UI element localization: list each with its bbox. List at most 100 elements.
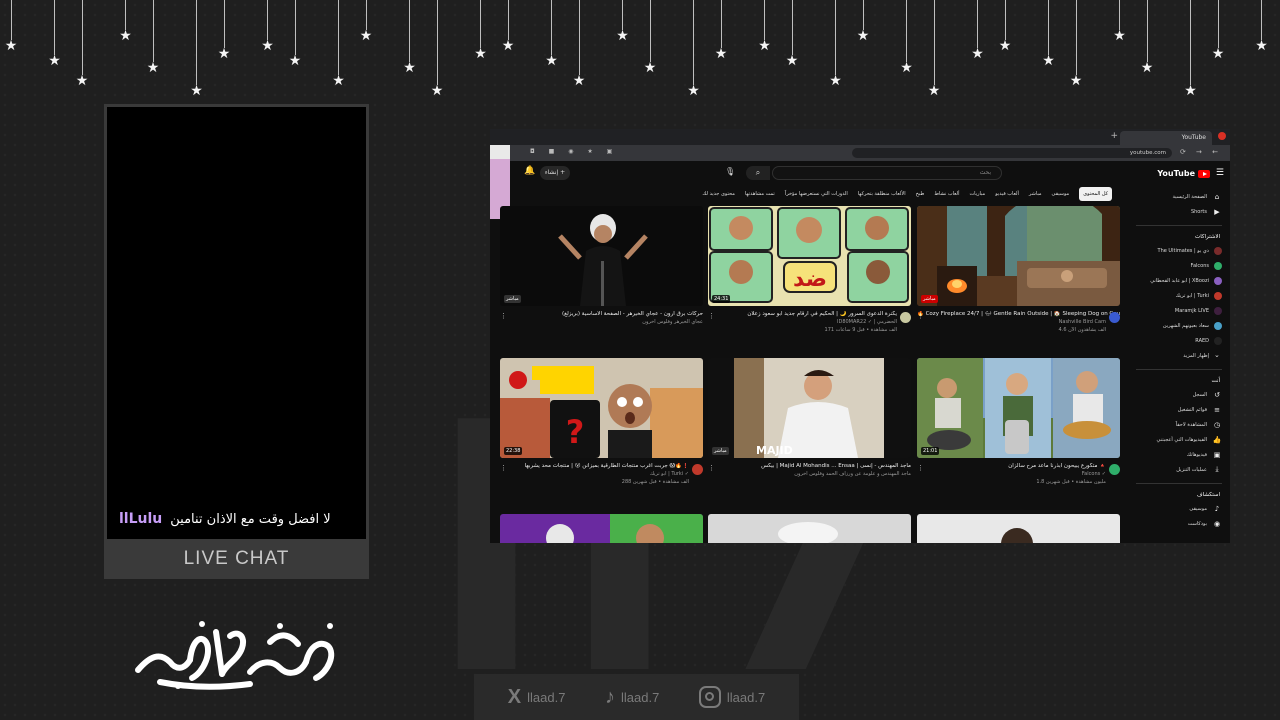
more-options-icon[interactable]: ⋮ [500,312,507,320]
channel-avatar[interactable] [1109,464,1120,475]
sidebar-item[interactable]: Maramjk LIVE [1136,303,1222,318]
sidebar-item-label: Maramjk LIVE [1174,307,1209,314]
video-title[interactable]: حركات برق ارون - عجاي الخيرهر - الصفحة ا… [500,311,703,317]
url-field[interactable]: youtube.com [852,148,1172,158]
video-channel[interactable]: عجاي الخيرهر وفلوس آخرون [500,319,703,325]
filter-chip[interactable]: الدورات التي نستعرضها مؤخراً [785,187,848,201]
video-thumbnail[interactable] [917,514,1120,543]
more-options-icon[interactable]: ⋮ [500,464,507,472]
video-title[interactable]: متكورع يبيحون أبذرنا ماعد مرح سالزان 🔺 [917,463,1120,469]
filter-chip[interactable]: مباشر [1029,187,1042,201]
hanging-star: ★ [359,0,373,43]
youtube-logo[interactable]: YouTube [1157,169,1210,178]
video-title[interactable]: 🔥 Cozy Fireplace 24/7 | 🌧 Gentle Rain Ou… [917,311,1120,317]
video-thumbnail[interactable]: 21:01 [917,358,1120,458]
sidebar-item[interactable]: السجل ↺ [1136,387,1222,402]
video-card[interactable]: مباشر ⋮ 🔥 Cozy Fireplace 24/7 | 🌧 Gentle… [917,206,1120,333]
video-card[interactable]: ? 22:38 ⋮ جربت اغرب منتجات الطارقية بميز… [500,358,703,485]
sidebar-item[interactable]: قوائم التشغيل ≡ [1136,402,1222,417]
video-thumbnail[interactable] [708,514,911,543]
hanging-star: ★ [927,0,941,98]
sidebar-item[interactable]: فيديوهاتك ▣ [1136,447,1222,462]
video-thumbnail[interactable]: ? 22:38 [500,358,703,458]
video-channel[interactable]: Falcons ✓ [917,471,1120,477]
sidebar-section-header[interactable]: الاشتراكات [1136,234,1222,240]
hanging-star: ★ [1140,0,1154,75]
sidebar-item[interactable]: سعاد بعيونهم الشهرين [1136,318,1222,333]
youtube-logo-text: YouTube [1157,169,1195,178]
filter-chip[interactable]: كل المحتوى [1079,187,1112,201]
social-handle: llaad.7 [698,686,765,708]
video-channel[interactable]: ID80MAR22 ✓ | الحضرمي [708,319,911,325]
more-options-icon[interactable]: ⋮ [917,464,924,472]
video-thumbnail[interactable]: ضد 24:31 [708,206,911,306]
video-thumbnail[interactable]: مباشر [500,206,703,306]
filter-chip[interactable]: محتوى جديد لك [702,187,735,201]
video-thumbnail[interactable]: مباشر [917,206,1120,306]
filter-chip[interactable]: الألعاب منطلقة بتحركها [858,187,906,201]
video-card[interactable]: 21:01 ⋮ متكورع يبيحون أبذرنا ماعد مرح سا… [917,358,1120,485]
sidebar-item[interactable]: موسيقى ♪ [1136,501,1222,516]
sidebar-item[interactable]: ابو عابد القحطاني | XBoozi [1136,273,1222,288]
video-card[interactable] [917,514,1120,543]
filter-chip[interactable]: ألعاب فيديو [995,187,1019,201]
video-card[interactable]: ضد 24:31 ⋮ يكنرة الدعوى السرور 🌙 | الحكي… [708,206,911,333]
watch-later-icon: ◷ [1213,420,1221,429]
create-button[interactable]: إنشاء + [540,166,570,180]
video-thumbnail[interactable] [500,514,703,543]
sidebar-item[interactable]: The Ultimates | ذي يو [1136,243,1222,258]
svg-text:MAJID: MAJID [756,444,793,457]
more-options-icon[interactable]: ⋮ [917,312,924,320]
hanging-star: ★ [998,0,1012,53]
sidebar-item[interactable]: الصفحة الرئيسية ⌂ [1136,189,1222,204]
search-input[interactable]: بحث [772,166,1002,180]
filter-chip[interactable]: تمت مشاهدتها [745,187,775,201]
channel-avatar[interactable] [692,464,703,475]
sidebar-item[interactable]: إظهار المزيد ⌄ [1136,348,1222,363]
video-card[interactable] [500,514,703,543]
filter-chip[interactable]: مباريات [969,187,985,201]
sidebar-item[interactable]: Falcons [1136,258,1222,273]
sidebar-item[interactable]: عمليات التنزيل ⤓ [1136,462,1222,477]
window-close-icon[interactable] [1218,132,1226,140]
sidebar-item[interactable]: بودكاست ◉ [1136,516,1222,531]
video-card[interactable]: MAJID مباشر ⋮ بيكس | Majid Al Mohandis .… [708,358,911,477]
sidebar-item[interactable]: Shorts ▶ [1136,204,1222,219]
filter-chip[interactable]: ألعاب نشاط [934,187,959,201]
search-button[interactable]: ⌕ [746,166,770,180]
video-title[interactable]: بيكس | Majid Al Mohandis ... Ensaa | ماج… [708,463,911,469]
channel-avatar[interactable] [900,312,911,323]
video-card[interactable]: مباشر ⋮ حركات برق ارون - عجاي الخيرهر - … [500,206,703,325]
extension-icons[interactable]: ◘ ■ ◉ ★ ▣ [530,148,618,155]
video-channel[interactable]: Nashville Bird Cam [917,319,1120,325]
hamburger-menu-icon[interactable]: ☰ [1216,168,1224,178]
video-thumbnail[interactable]: MAJID مباشر [708,358,911,458]
sidebar-divider [1136,483,1222,484]
notifications-bell-icon[interactable]: 🔔 [524,166,535,176]
sidebar-section-header[interactable]: استكشاف [1136,492,1222,498]
sidebar-item[interactable]: ابو تريك | Turki [1136,288,1222,303]
more-options-icon[interactable]: ⋮ [708,312,715,320]
nav-arrows-icon[interactable]: ⟳ → ← [1180,148,1222,156]
sidebar-item[interactable]: الفيديوهات التي أعجبتني 👍 [1136,432,1222,447]
video-duration: 22:38 [504,447,523,455]
sidebar-item-label: المشاهدة لاحقاً [1175,421,1207,428]
hanging-star: ★ [643,0,657,75]
hanging-star: ★ [1211,0,1225,61]
sidebar-item[interactable]: RAED [1136,333,1222,348]
browser-tab-youtube[interactable]: YouTube [1120,131,1212,145]
filter-chip[interactable]: طبخ [916,187,925,201]
video-title[interactable]: جربت اغرب منتجات الطارقية بميزانن 😮 | من… [500,463,703,469]
video-meta: 171 ألف مشاهدة • قبل 9 ساعات [824,327,897,333]
more-options-icon[interactable]: ⋮ [708,464,715,472]
channel-avatar[interactable] [1109,312,1120,323]
sidebar-item[interactable]: المشاهدة لاحقاً ◷ [1136,417,1222,432]
voice-search-mic-icon[interactable]: 🎙 [725,167,735,176]
video-channel[interactable]: ابو تريك | Turki ✓ [500,471,703,477]
video-channel[interactable]: ماجد المهندس و علومة عن ورزاف الحمد وفلو… [708,471,911,477]
video-card[interactable] [708,514,911,543]
sidebar-section-header[interactable]: أنت [1136,378,1222,384]
filter-chip[interactable]: موسيقى [1052,187,1070,201]
video-title[interactable]: يكنرة الدعوى السرور 🌙 | الحكيم في أرقام … [708,311,911,317]
new-tab-icon[interactable]: + [1110,131,1118,141]
